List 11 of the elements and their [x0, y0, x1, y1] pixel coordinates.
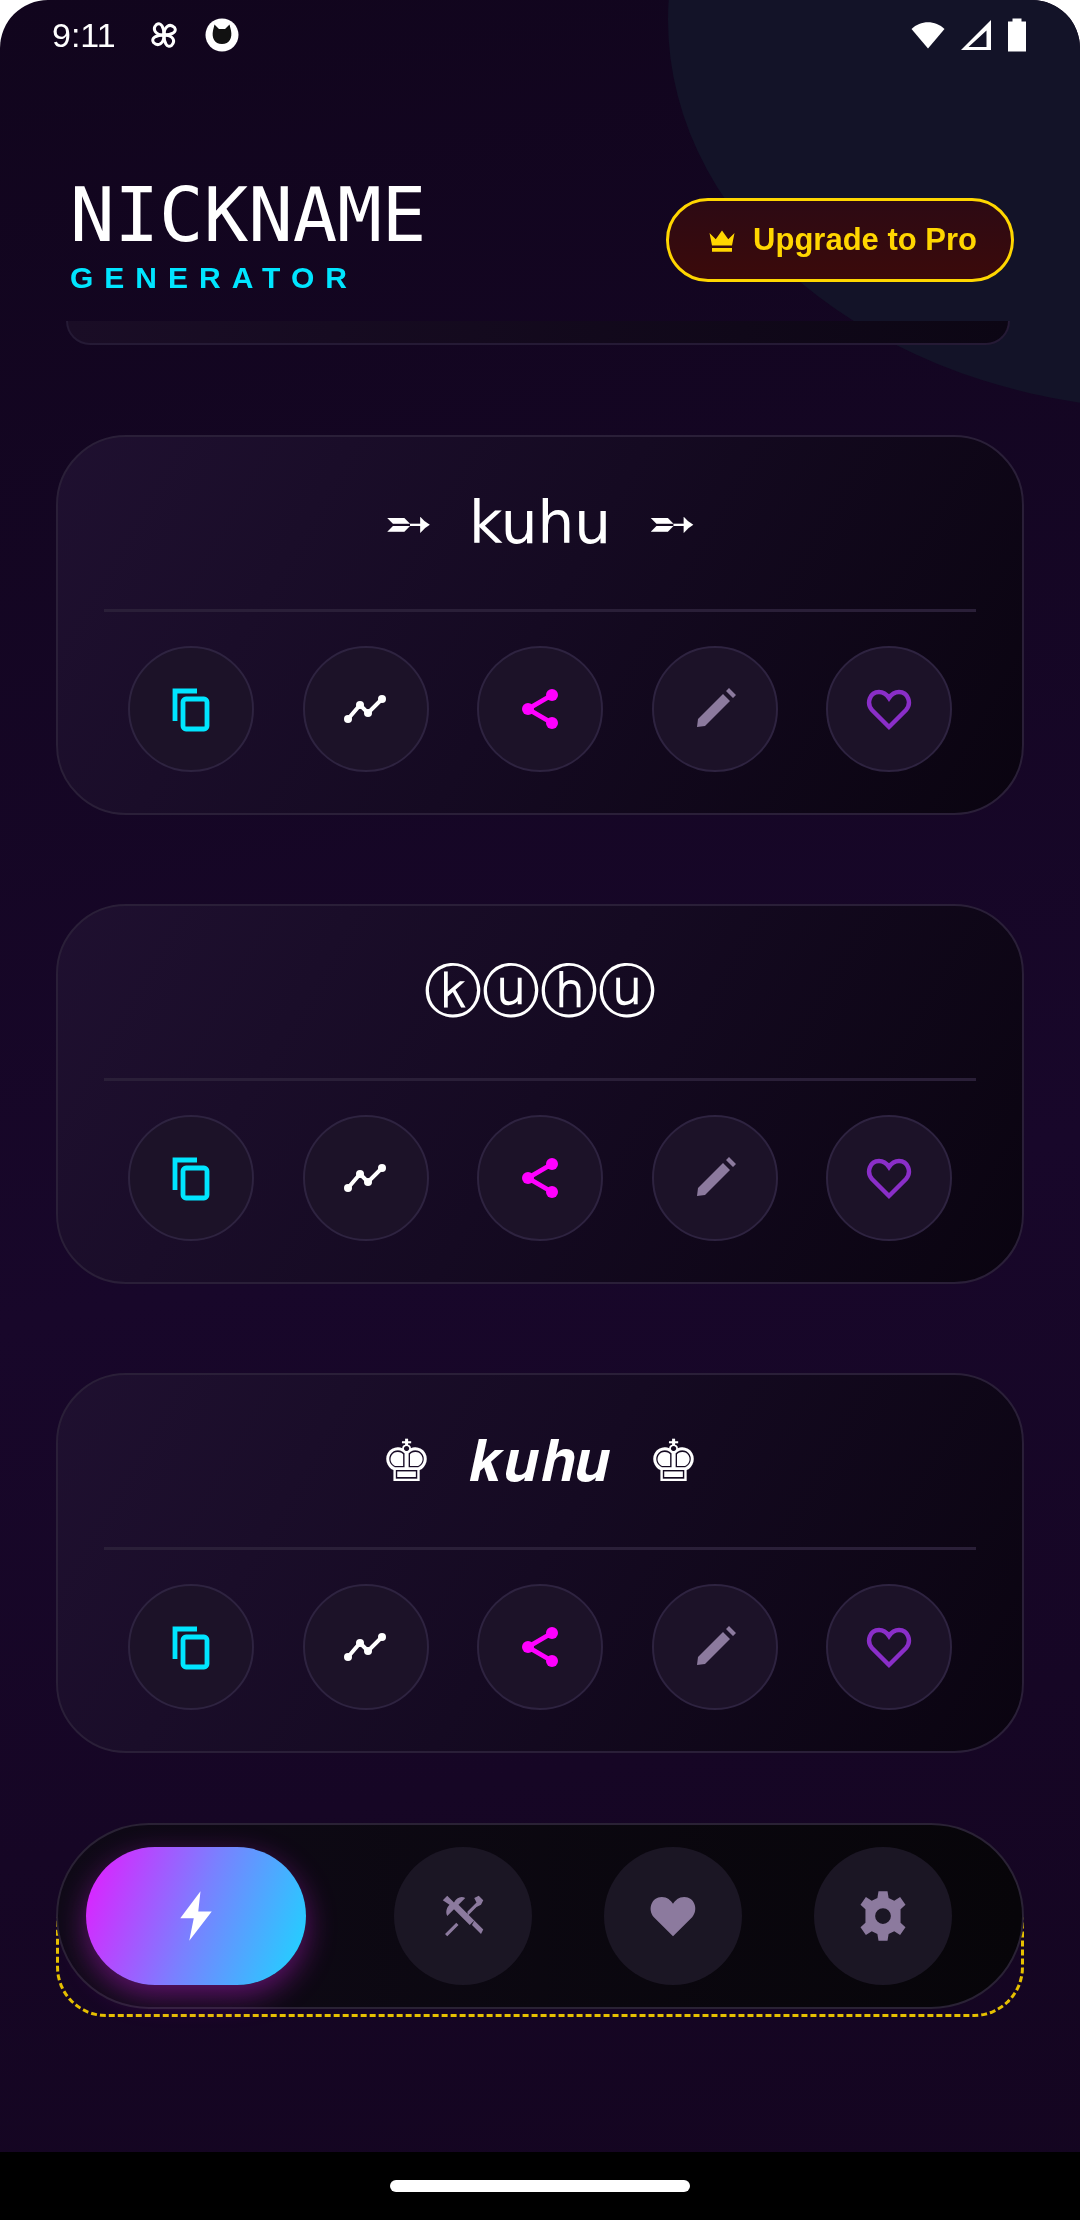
app-subtitle: GENERATOR	[70, 261, 359, 295]
battery-icon	[1006, 17, 1028, 53]
nickname-text: ➵ kuhu ➵	[382, 488, 698, 559]
upgrade-button[interactable]: Upgrade to Pro	[666, 198, 1014, 282]
generate-tab[interactable]	[86, 1847, 306, 1985]
nickname-text: ⓚⓤⓗⓤ	[423, 956, 657, 1027]
app-title: NICKNAME	[70, 175, 427, 255]
upgrade-label: Upgrade to Pro	[753, 222, 977, 258]
nickname-text: ♚ 𝒌𝒖𝒉𝒖 ♚	[379, 1425, 701, 1497]
cat-face-icon	[203, 17, 240, 53]
status-time: 9:11	[52, 15, 116, 55]
